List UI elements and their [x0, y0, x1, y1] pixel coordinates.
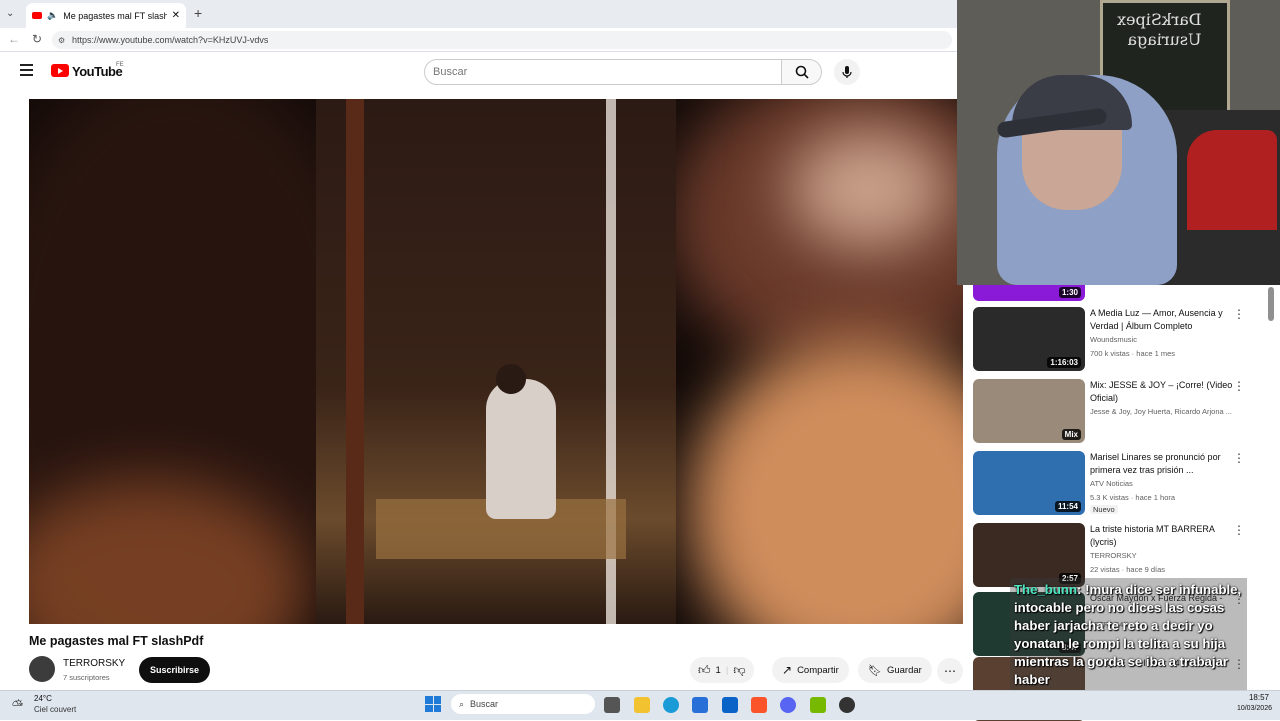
taskbar-search[interactable]: ⌕ Buscar — [451, 694, 595, 714]
search-icon: ⌕ — [459, 698, 465, 709]
url-text: https://www.youtube.com/watch?v=KHzUVJ-v… — [72, 35, 269, 45]
youtube-logo-text[interactable]: YouTube — [72, 64, 123, 79]
file-explorer-icon[interactable] — [634, 697, 650, 713]
clock-date[interactable]: 10/03/2026 — [1222, 705, 1272, 712]
back-icon[interactable]: ← — [8, 32, 20, 46]
outlook-icon[interactable] — [722, 697, 738, 713]
discord-icon[interactable] — [780, 697, 796, 713]
nvidia-icon[interactable] — [810, 697, 826, 713]
recommendation-item[interactable]: Mix Mix: JESSE & JOY – ¡Corre! (Video Ofi… — [973, 379, 1253, 443]
weather-icon[interactable]: ⛅︎ — [12, 697, 23, 714]
microphone-icon — [842, 66, 852, 78]
search-button[interactable] — [781, 59, 822, 85]
clock-time[interactable]: 18:57 — [1223, 693, 1269, 702]
share-label: Compartir — [797, 664, 839, 676]
video-duration: 1:30 — [1058, 287, 1081, 298]
chat-message: : !mura dice ser infunable, intocable pe… — [1014, 582, 1242, 687]
new-tab-icon[interactable]: + — [194, 5, 202, 21]
recommendation-title[interactable]: Mix: JESSE & JOY – ¡Corre! (Video Oficia… — [1090, 379, 1240, 404]
like-count: 1 — [715, 664, 721, 676]
recommendation-title[interactable]: A Media Luz — Amor, Ausencia y Verdad | … — [1090, 307, 1240, 332]
youtube-logo-icon[interactable] — [51, 64, 69, 77]
more-actions-icon[interactable]: ⋯ — [937, 658, 963, 684]
new-badge: Nuevo — [1090, 505, 1118, 514]
recommendation-thumbnail[interactable]: 11:54 — [973, 451, 1085, 515]
thumbs-up-icon: 👍︎ — [698, 662, 711, 677]
thumbs-down-icon[interactable]: 👎︎ — [733, 663, 745, 678]
recommendation-item[interactable]: 11:54 Marisel Linares se pronunció por pr… — [973, 451, 1253, 515]
video-duration: Mix — [1061, 429, 1081, 440]
store-icon[interactable] — [692, 697, 708, 713]
search-placeholder: Buscar — [433, 66, 468, 78]
subscriber-count: 7 suscriptores — [63, 673, 110, 682]
share-icon: ↗ — [782, 663, 793, 677]
search-input[interactable]: Buscar — [424, 59, 782, 85]
weather-temp[interactable]: 24°C — [34, 694, 52, 703]
bookmark-icon: 🔖︎ — [868, 664, 882, 677]
recommendation-meta: 22 vistas · hace 9 días — [1090, 565, 1166, 574]
edge-browser-icon[interactable] — [663, 697, 679, 713]
save-label: Guardar — [886, 664, 922, 676]
video-duration: 11:54 — [1054, 501, 1081, 512]
subscribe-button[interactable]: Suscribirse — [139, 657, 211, 683]
site-info-icon[interactable]: ⚙ — [58, 36, 65, 45]
reload-icon[interactable]: ↻ — [32, 32, 42, 46]
recommendation-title[interactable]: La triste historia MT BARRERA (lycris) — [1090, 523, 1240, 548]
obs-icon[interactable] — [839, 697, 855, 713]
voice-search-button[interactable] — [834, 59, 860, 85]
video-player[interactable] — [29, 99, 963, 624]
speaker-icon[interactable]: 🔈 — [47, 10, 58, 21]
webcam-overlay: DarkSipex Usuriaga — [957, 0, 1280, 285]
recommendation-title[interactable]: Marisel Linares se pronunció por primera… — [1090, 451, 1240, 476]
channel-name[interactable]: TERRORSKY — [63, 658, 125, 669]
url-field[interactable]: ⚙ https://www.youtube.com/watch?v=KHzUVJ… — [52, 31, 952, 49]
browser-tab-active[interactable]: 🔈 Me pagastes mal FT slashPdf ✕ — [26, 3, 186, 28]
sidebar-scrollbar[interactable] — [1268, 287, 1274, 321]
recommendation-thumbnail[interactable]: Mix — [973, 379, 1085, 443]
country-code: FE — [116, 62, 124, 68]
video-title: Me pagastes mal FT slashPdf — [29, 634, 204, 648]
more-options-icon[interactable]: ⋮ — [1233, 524, 1245, 536]
brave-browser-icon[interactable] — [751, 697, 767, 713]
recommendation-meta: 5.3 K vistas · hace 1 hora — [1090, 493, 1176, 502]
recommendation-channel[interactable]: ATV Noticias — [1090, 479, 1133, 488]
save-button[interactable]: 🔖︎ Guardar — [858, 657, 932, 683]
recommendation-channel[interactable]: Woundsmusic — [1090, 335, 1137, 344]
menu-icon[interactable] — [20, 64, 33, 76]
tab-title: Me pagastes mal FT slashPdf — [63, 10, 167, 21]
channel-avatar[interactable] — [29, 656, 55, 682]
recommendation-channel[interactable]: Jesse & Joy, Joy Huerta, Ricardo Arjona … — [1090, 407, 1232, 416]
search-icon — [795, 65, 809, 79]
more-options-icon[interactable]: ⋮ — [1233, 452, 1245, 464]
close-tab-icon[interactable]: ✕ — [172, 10, 180, 21]
recommendation-meta: 700 k vistas · hace 1 mes — [1090, 349, 1176, 358]
recommendation-item[interactable]: 1:16:03 A Media Luz — Amor, Ausencia y Ve… — [973, 307, 1253, 371]
top-thumbnail-partial[interactable]: 1:30 — [973, 285, 1085, 301]
more-options-icon[interactable]: ⋮ — [1233, 308, 1245, 320]
tab-list-chevron-icon[interactable]: ⌄ — [6, 8, 14, 19]
video-frame-center — [316, 99, 676, 624]
task-view-icon[interactable] — [604, 697, 620, 713]
chalkboard-text: DarkSipex Usuriaga — [1117, 10, 1202, 49]
video-duration: 1:16:03 — [1047, 357, 1081, 368]
youtube-favicon-icon — [32, 12, 42, 19]
chat-username: The_bunn — [1014, 582, 1078, 597]
recommendation-thumbnail[interactable]: 1:16:03 — [973, 307, 1085, 371]
more-options-icon[interactable]: ⋮ — [1233, 380, 1245, 392]
like-button[interactable]: 👍︎ 1 | 👎︎ — [690, 657, 754, 683]
weather-desc[interactable]: Ciel couvert — [34, 705, 76, 714]
start-button-icon[interactable] — [425, 696, 441, 712]
taskbar-search-placeholder: Buscar — [470, 699, 499, 709]
recommendation-channel[interactable]: TERRORSKY — [1090, 551, 1137, 560]
share-button[interactable]: ↗ Compartir — [772, 657, 849, 683]
